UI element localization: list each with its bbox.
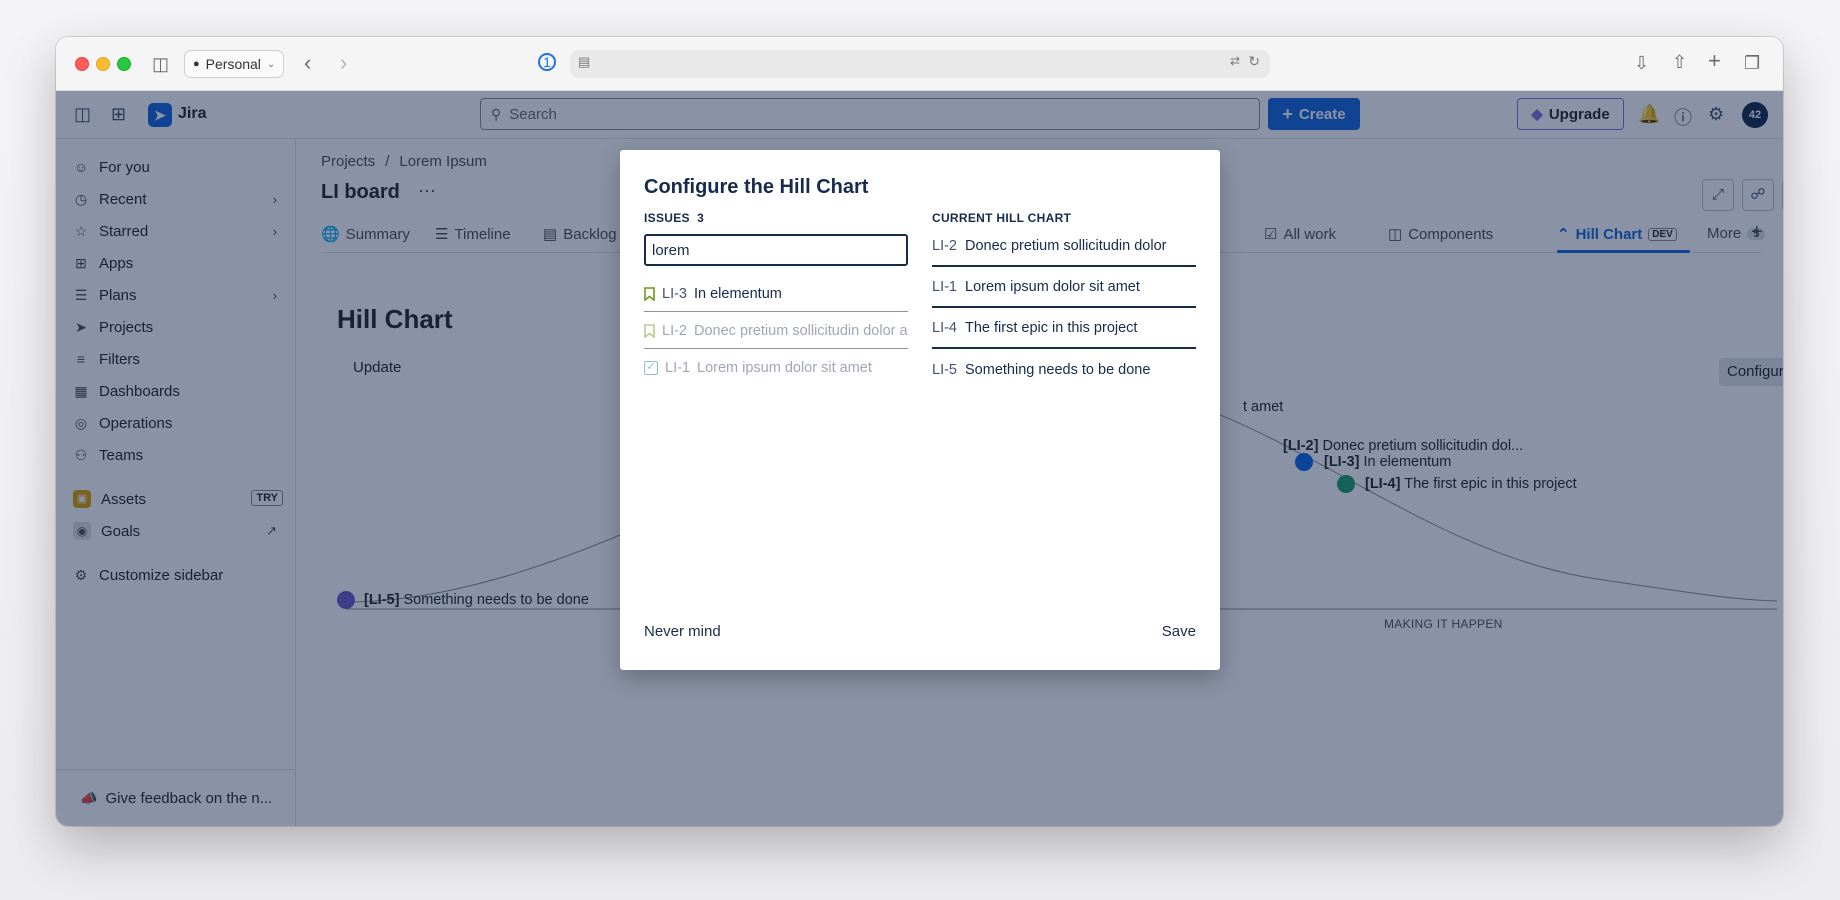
issues-header: ISSUES 3 (644, 211, 704, 225)
task-checkbox-icon: ✓ (644, 361, 658, 375)
issue-filter-input[interactable] (644, 234, 908, 266)
issues-label: ISSUES (644, 211, 690, 225)
never-mind-button[interactable]: Never mind (644, 623, 721, 640)
issue-key: LI-1 (665, 360, 690, 376)
new-tab-icon[interactable]: + (1708, 50, 1721, 72)
current-item-li-1[interactable]: LI-1 Lorem ipsum dolor sit amet (932, 267, 1196, 308)
issue-title: Lorem ipsum dolor sit amet (965, 278, 1140, 295)
issue-option-li-2[interactable]: LI-2 Donec pretium sollicitudin dolor a (644, 313, 908, 349)
page-icon: ▤ (578, 54, 591, 69)
issue-key: LI-2 (662, 322, 687, 339)
current-item-li-2[interactable]: LI-2 Donec pretium sollicitudin dolor (932, 226, 1196, 267)
tab-overview-icon[interactable]: ❐ (1744, 53, 1760, 73)
issue-title: Something needs to be done (965, 361, 1151, 378)
current-item-li-5[interactable]: LI-5 Something needs to be done (932, 349, 1196, 390)
forward-icon[interactable]: › (340, 52, 347, 74)
configure-dialog: Configure the Hill Chart ISSUES 3 LI-3 I… (620, 150, 1220, 670)
dialog-title: Configure the Hill Chart (644, 176, 869, 198)
save-button[interactable]: Save (1162, 623, 1196, 640)
profile-label: Personal (205, 56, 261, 72)
issue-title: Lorem ipsum dolor sit amet (697, 360, 872, 376)
issue-option-li-1[interactable]: ✓ LI-1 Lorem ipsum dolor sit amet (644, 350, 908, 386)
person-icon: ● (193, 58, 200, 70)
issue-key: LI-2 (932, 237, 957, 254)
share-icon[interactable]: ⇧ (1672, 52, 1687, 72)
browser-toolbar: ◫ ● Personal ⌄ ‹ › 1 ▤ ⇄ ↻ ⇩ ⇧ + ❐ (56, 37, 1783, 91)
issue-title: Donec pretium sollicitudin dolor a (694, 322, 908, 339)
minimize-window-button[interactable] (96, 57, 110, 71)
zoom-window-button[interactable] (117, 57, 131, 71)
address-bar[interactable]: ▤ ⇄ ↻ (570, 50, 1270, 78)
download-icon[interactable]: ⇩ (1634, 53, 1649, 73)
issue-key: LI-5 (932, 361, 957, 378)
current-hill-chart-header: CURRENT HILL CHART (932, 211, 1072, 225)
profile-button[interactable]: ● Personal ⌄ (184, 50, 284, 78)
issue-title: The first epic in this project (965, 319, 1138, 336)
reload-icon[interactable]: ↻ (1248, 53, 1260, 70)
issue-title: In elementum (694, 285, 782, 302)
issue-title: Donec pretium sollicitudin dolor (965, 237, 1167, 254)
story-bookmark-icon (644, 286, 655, 301)
sidebar-toggle-icon[interactable]: ◫ (152, 54, 169, 74)
current-item-li-4[interactable]: LI-4 The first epic in this project (932, 308, 1196, 349)
back-icon[interactable]: ‹ (304, 52, 311, 74)
issue-key: LI-4 (932, 319, 957, 336)
password-manager-icon[interactable]: 1 (538, 53, 556, 71)
translate-icon[interactable]: ⇄ (1230, 54, 1240, 68)
close-window-button[interactable] (75, 57, 89, 71)
story-bookmark-icon (644, 323, 655, 338)
issues-count: 3 (697, 211, 705, 225)
issue-key: LI-3 (662, 285, 687, 302)
chevron-down-icon: ⌄ (266, 58, 276, 70)
issue-key: LI-1 (932, 278, 957, 295)
issue-option-li-3[interactable]: LI-3 In elementum (644, 276, 908, 312)
